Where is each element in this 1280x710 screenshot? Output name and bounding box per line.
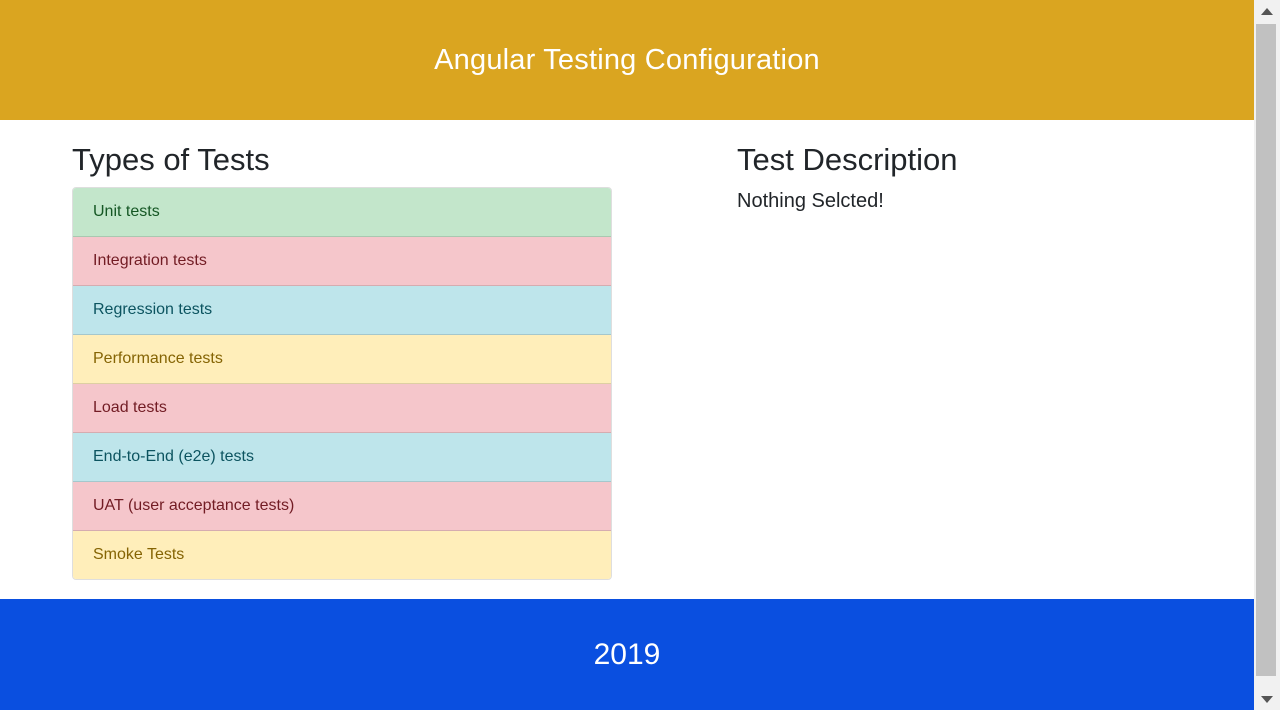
app-header: Angular Testing Configuration (0, 0, 1254, 120)
test-type-item[interactable]: UAT (user acceptance tests) (73, 482, 611, 531)
main-content: Types of Tests Unit tests Integration tes… (0, 120, 1254, 599)
tests-column: Types of Tests Unit tests Integration tes… (72, 120, 612, 580)
vertical-scrollbar[interactable] (1254, 0, 1280, 710)
test-type-item[interactable]: Regression tests (73, 286, 611, 335)
description-text: Nothing Selcted! (737, 190, 884, 212)
test-type-item[interactable]: Performance tests (73, 335, 611, 384)
description-column: Test Description Nothing Selcted! (737, 120, 1217, 213)
scroll-down-button[interactable] (1254, 688, 1280, 710)
test-type-item[interactable]: Load tests (73, 384, 611, 433)
scrollbar-thumb[interactable] (1256, 24, 1276, 676)
scroll-up-button[interactable] (1254, 0, 1280, 22)
app-footer: 2019 (0, 599, 1254, 710)
description-title: Test Description (737, 142, 958, 177)
test-type-item[interactable]: Unit tests (73, 188, 611, 237)
page: Angular Testing Configuration Types of T… (0, 0, 1254, 710)
test-type-list: Unit tests Integration tests Regression te… (72, 187, 612, 580)
test-type-item[interactable]: Integration tests (73, 237, 611, 286)
tests-title: Types of Tests (72, 142, 270, 177)
test-type-item[interactable]: End-to-End (e2e) tests (73, 433, 611, 482)
triangle-down-icon (1261, 695, 1273, 703)
footer-year: 2019 (593, 637, 661, 671)
triangle-up-icon (1261, 7, 1273, 15)
page-title: Angular Testing Configuration (434, 43, 820, 76)
test-type-item[interactable]: Smoke Tests (73, 531, 611, 579)
